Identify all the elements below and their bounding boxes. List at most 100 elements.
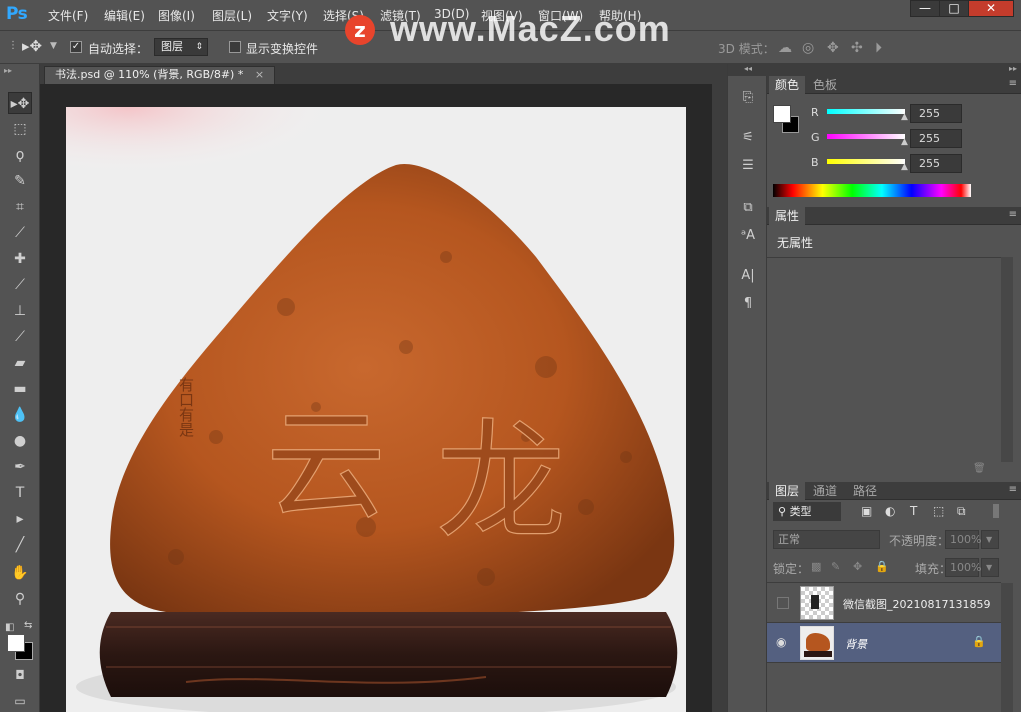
close-tab-icon[interactable]: ×	[255, 68, 264, 81]
type-tool-icon[interactable]: T	[8, 482, 32, 504]
paragraph-panel-icon[interactable]: ¶	[738, 294, 758, 314]
auto-select-checkbox[interactable]: ✓	[70, 41, 82, 53]
panel-menu-icon[interactable]: ≡	[1009, 484, 1017, 495]
clone-source-icon[interactable]: ⧉	[738, 198, 758, 218]
blur-tool-icon[interactable]: 💧	[8, 404, 32, 426]
slider-thumb-icon[interactable]: ▲	[901, 137, 908, 147]
layer-filter-dropdown[interactable]: ⚲ 类型	[773, 502, 841, 521]
chevron-down-icon[interactable]: ▼	[981, 530, 999, 549]
color-spectrum-ramp[interactable]	[773, 184, 971, 197]
swap-colors-icon[interactable]: ⇆	[24, 620, 32, 631]
default-colors-icon[interactable]: ◧	[5, 622, 14, 633]
chevron-down-icon[interactable]: ▼	[50, 41, 57, 51]
brush-tool-icon[interactable]: ⟋	[8, 274, 32, 296]
channel-r-slider[interactable]	[827, 109, 905, 114]
foreground-color-swatch[interactable]	[7, 634, 25, 652]
layer-row-selected[interactable]: ◉ 背景 🔒	[767, 623, 1001, 663]
3d-pan-icon[interactable]: ✥	[827, 40, 839, 56]
properties-scrollbar[interactable]	[1001, 257, 1013, 462]
character-panel-icon[interactable]: A|	[738, 266, 758, 286]
tab-color[interactable]: 颜色	[769, 76, 806, 94]
3d-rotate-icon[interactable]: ☁	[778, 40, 792, 56]
maximize-button[interactable]: □	[939, 0, 969, 17]
screen-mode-icon[interactable]: ▭	[8, 690, 32, 712]
hand-tool-icon[interactable]: ✋	[8, 562, 32, 584]
path-select-tool-icon[interactable]: ▸	[8, 508, 32, 530]
document-tab[interactable]: 书法.psd @ 110% (背景, RGB/8#) * ×	[44, 66, 276, 84]
chevron-down-icon[interactable]: ▼	[981, 558, 999, 577]
color-foreground-swatch[interactable]	[773, 105, 791, 123]
expand-icon[interactable]: ◂◂	[728, 64, 768, 76]
tab-properties[interactable]: 属性	[769, 207, 806, 225]
menu-image[interactable]: 图像(I)	[158, 7, 195, 24]
lock-brush-icon[interactable]: ✎	[831, 560, 840, 573]
crop-tool-icon[interactable]: ⌗	[8, 196, 32, 218]
lock-all-icon[interactable]: 🔒	[875, 560, 889, 573]
menu-edit[interactable]: 编辑(E)	[104, 7, 145, 24]
panel-menu-icon[interactable]: ≡	[1009, 78, 1017, 89]
quick-mask-icon[interactable]: ◘	[8, 664, 32, 686]
healing-tool-icon[interactable]: ✚	[8, 248, 32, 270]
layer-name[interactable]: 微信截图_20210817131859	[843, 596, 990, 612]
blend-mode-dropdown[interactable]: 正常	[773, 530, 880, 549]
layers-scrollbar[interactable]	[1001, 583, 1013, 712]
vertical-scrollbar[interactable]	[712, 84, 727, 712]
slider-thumb-icon[interactable]: ▲	[901, 162, 908, 172]
tab-channels[interactable]: 通道	[807, 482, 843, 500]
pen-tool-icon[interactable]: ✒	[8, 456, 32, 478]
channel-g-input[interactable]: 255	[910, 129, 962, 148]
channel-b-slider[interactable]	[827, 159, 905, 164]
layer-row[interactable]: 微信截图_20210817131859	[767, 583, 1001, 623]
show-transform-checkbox[interactable]	[229, 41, 241, 53]
trash-icon[interactable]: 🗑	[973, 463, 986, 474]
zoom-tool-icon[interactable]: ⚲	[8, 588, 32, 610]
gradient-tool-icon[interactable]: ▬	[8, 378, 32, 400]
character-styles-icon[interactable]: ᵃA	[738, 226, 758, 246]
marquee-tool-icon[interactable]: ⬚	[8, 118, 32, 140]
eye-icon[interactable]: ◉	[776, 635, 786, 649]
lock-move-icon[interactable]: ✥	[853, 560, 862, 573]
panel-menu-icon[interactable]: ≡	[1009, 209, 1017, 220]
brush-panel-icon[interactable]: ⚟	[738, 128, 758, 148]
tab-paths[interactable]: 路径	[847, 482, 883, 500]
layer-name[interactable]: 背景	[845, 636, 867, 652]
eraser-tool-icon[interactable]: ▰	[8, 352, 32, 374]
collapse-icon[interactable]: ▸▸	[4, 66, 12, 75]
history-panel-icon[interactable]: ⎘	[738, 88, 758, 108]
menu-type[interactable]: 文字(Y)	[267, 7, 308, 24]
dodge-tool-icon[interactable]: ●	[8, 430, 32, 452]
minimize-button[interactable]: —	[910, 0, 940, 17]
move-tool-preset-icon[interactable]: ▸✥	[22, 37, 42, 55]
filter-toggle[interactable]	[993, 504, 999, 518]
lock-transparent-icon[interactable]: ▩	[811, 560, 821, 573]
stamp-tool-icon[interactable]: ⊥	[8, 300, 32, 322]
3d-scale-icon[interactable]: ⏵	[875, 40, 882, 56]
filter-type-icon[interactable]: T	[910, 504, 917, 518]
close-window-button[interactable]: ✕	[968, 0, 1014, 17]
channel-b-input[interactable]: 255	[910, 154, 962, 173]
tab-swatches[interactable]: 色板	[807, 76, 843, 94]
visibility-toggle[interactable]	[777, 597, 789, 609]
line-tool-icon[interactable]: ╱	[8, 534, 32, 556]
filter-shape-icon[interactable]: ⬚	[933, 504, 944, 518]
document-canvas[interactable]: 云 龙 有口有是	[66, 107, 686, 712]
3d-roll-icon[interactable]: ◎	[802, 40, 814, 56]
menu-layer[interactable]: 图层(L)	[212, 7, 252, 24]
fill-input[interactable]: 100%	[945, 558, 981, 577]
filter-smart-object-icon[interactable]: ⧉	[957, 504, 966, 519]
channel-g-slider[interactable]	[827, 134, 905, 139]
slider-thumb-icon[interactable]: ▲	[901, 112, 908, 122]
history-brush-tool-icon[interactable]: ⟋	[8, 326, 32, 348]
menu-file[interactable]: 文件(F)	[48, 7, 88, 24]
lasso-tool-icon[interactable]: ϙ	[8, 144, 32, 166]
quick-select-tool-icon[interactable]: ✎	[8, 170, 32, 192]
move-tool-icon[interactable]: ▸✥	[8, 92, 32, 114]
tab-layers[interactable]: 图层	[769, 482, 806, 500]
adjustments-panel-icon[interactable]: ☰	[738, 156, 758, 176]
filter-pixel-icon[interactable]: ▣	[861, 504, 872, 518]
auto-select-dropdown[interactable]: 图层 ⇕	[154, 38, 208, 56]
3d-slide-icon[interactable]: ✣	[851, 40, 863, 56]
channel-r-input[interactable]: 255	[910, 104, 962, 123]
eyedropper-tool-icon[interactable]: ⟋	[8, 222, 32, 244]
filter-adjustment-icon[interactable]: ◐	[885, 504, 895, 518]
